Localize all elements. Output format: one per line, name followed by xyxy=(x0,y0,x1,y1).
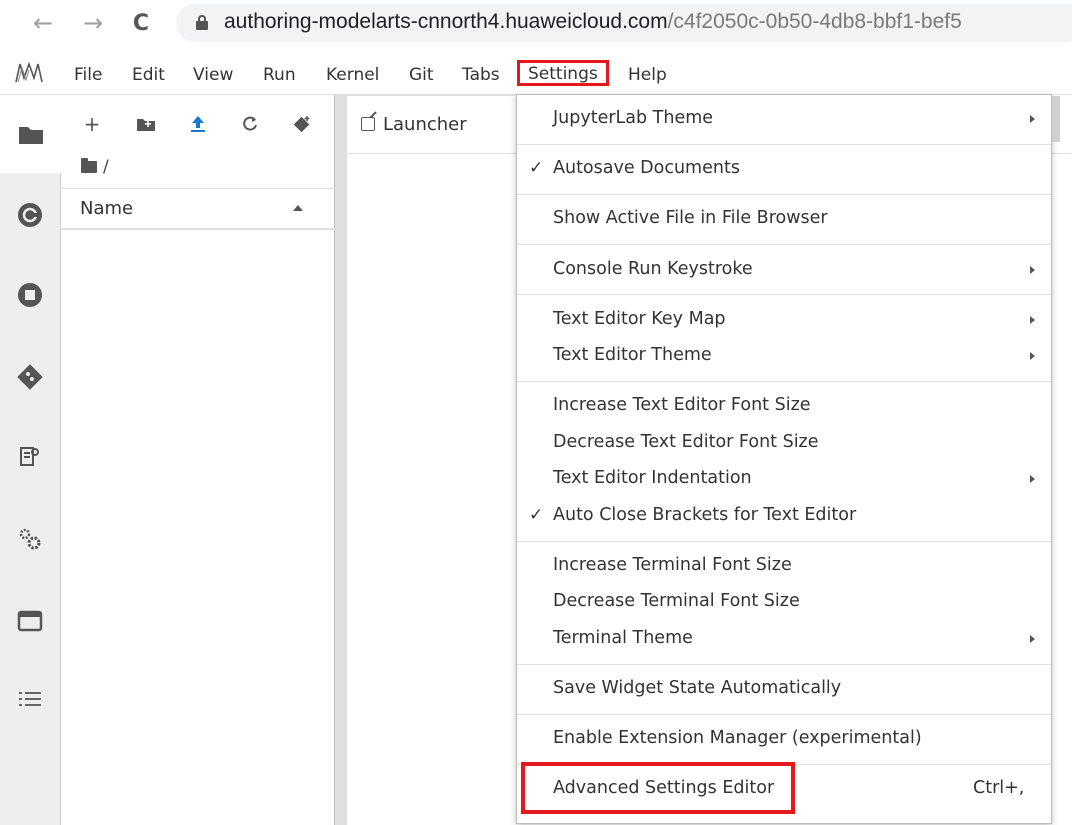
property-inspector-icon[interactable] xyxy=(14,441,46,473)
file-browser-panel: + / Name xyxy=(61,95,335,825)
submenu-arrow-icon xyxy=(1030,316,1035,324)
menu-separator xyxy=(517,541,1051,542)
url-path: /c4f2050c-0b50-4db8-bbf1-bef5 xyxy=(667,10,962,33)
menu-kernel[interactable]: Kernel xyxy=(318,62,387,88)
menu-separator xyxy=(517,294,1051,295)
menu-separator xyxy=(517,194,1051,195)
submenu-arrow-icon xyxy=(1030,635,1035,643)
menu-git[interactable]: Git xyxy=(401,62,442,88)
menu-item-label: Autosave Documents xyxy=(553,158,740,178)
tab-label: Launcher xyxy=(383,114,467,135)
menu-item-decrease-text-editor-font[interactable]: Decrease Text Editor Font Size xyxy=(517,426,1051,462)
menu-item-text-editor-theme[interactable]: Text Editor Theme xyxy=(517,339,1051,375)
menu-tabs[interactable]: Tabs xyxy=(454,62,508,88)
menu-item-enable-extension-manager[interactable]: Enable Extension Manager (experimental) xyxy=(517,722,1051,758)
highlight-box xyxy=(521,762,795,814)
submenu-arrow-icon xyxy=(1030,115,1035,123)
keyboard-shortcut: Ctrl+, xyxy=(973,778,1025,798)
menu-separator xyxy=(517,244,1051,245)
menu-settings[interactable]: Settings xyxy=(517,60,609,86)
running-kernels-icon[interactable] xyxy=(14,199,46,231)
checkmark-icon: ✓ xyxy=(529,158,544,178)
menu-item-text-editor-indentation[interactable]: Text Editor Indentation xyxy=(517,462,1051,498)
submenu-arrow-icon xyxy=(1030,352,1035,360)
menu-item-save-widget-state[interactable]: Save Widget State Automatically xyxy=(517,672,1051,708)
menu-item-decrease-terminal-font[interactable]: Decrease Terminal Font Size xyxy=(517,585,1051,621)
menu-view[interactable]: View xyxy=(185,62,241,88)
menu-separator xyxy=(517,714,1051,715)
menu-bar: File Edit View Run Kernel Git Tabs Setti… xyxy=(0,52,1072,95)
launch-icon xyxy=(361,117,375,131)
menu-item-terminal-theme[interactable]: Terminal Theme xyxy=(517,622,1051,658)
activity-sidebar xyxy=(0,95,61,825)
stop-icon[interactable] xyxy=(14,279,46,311)
file-list-header[interactable]: Name xyxy=(61,188,335,230)
git-icon[interactable] xyxy=(14,361,46,393)
jupyter-logo-icon xyxy=(15,61,43,83)
menu-item-jupyterlab-theme[interactable]: JupyterLab Theme xyxy=(517,102,1051,138)
menu-item-autosave-documents[interactable]: ✓ Autosave Documents xyxy=(517,152,1051,188)
menu-item-label: Increase Terminal Font Size xyxy=(553,555,792,575)
menu-item-label: Enable Extension Manager (experimental) xyxy=(553,728,922,748)
breadcrumb[interactable]: / xyxy=(81,157,109,177)
menu-item-label: Console Run Keystroke xyxy=(553,259,753,279)
breadcrumb-path[interactable]: / xyxy=(103,157,109,177)
extensions-icon[interactable] xyxy=(14,523,46,555)
arrow-right-icon[interactable]: → xyxy=(78,6,108,40)
menu-item-console-run-keystroke[interactable]: Console Run Keystroke xyxy=(517,253,1051,289)
checkmark-icon: ✓ xyxy=(529,505,544,525)
address-bar[interactable]: authoring-modelarts-cnnorth4.huaweicloud… xyxy=(176,4,1072,42)
menu-item-label: JupyterLab Theme xyxy=(553,108,714,128)
browser-toolbar: ← → C authoring-modelarts-cnnorth4.huawe… xyxy=(0,0,1072,52)
menu-separator xyxy=(517,144,1051,145)
upload-icon[interactable] xyxy=(183,109,213,139)
menu-item-label: Save Widget State Automatically xyxy=(553,678,842,698)
menu-run[interactable]: Run xyxy=(255,62,304,88)
menu-item-label: Text Editor Theme xyxy=(553,345,712,365)
menu-separator xyxy=(517,381,1051,382)
panel-divider[interactable] xyxy=(335,95,347,825)
menu-item-label: Auto Close Brackets for Text Editor xyxy=(553,505,857,525)
sort-ascending-icon[interactable] xyxy=(293,205,303,211)
folder-small-icon[interactable] xyxy=(81,158,97,173)
menu-item-auto-close-brackets[interactable]: ✓ Auto Close Brackets for Text Editor xyxy=(517,499,1051,535)
tab-launcher[interactable]: Launcher xyxy=(347,95,522,153)
menu-edit[interactable]: Edit xyxy=(124,62,173,88)
url-host: authoring-modelarts-cnnorth4.huaweicloud… xyxy=(224,10,668,33)
menu-item-label: Terminal Theme xyxy=(553,628,693,648)
menu-item-label: Text Editor Key Map xyxy=(553,309,726,329)
menu-item-text-editor-key-map[interactable]: Text Editor Key Map xyxy=(517,303,1051,339)
table-of-contents-icon[interactable] xyxy=(14,683,46,715)
arrow-left-icon[interactable]: ← xyxy=(28,6,58,40)
reload-icon[interactable]: C xyxy=(126,6,156,40)
menu-item-increase-terminal-font[interactable]: Increase Terminal Font Size xyxy=(517,549,1051,585)
tabs-icon[interactable] xyxy=(14,605,46,637)
new-launcher-icon[interactable]: + xyxy=(77,109,107,139)
menu-help[interactable]: Help xyxy=(620,62,675,88)
git-clone-icon[interactable] xyxy=(287,109,317,139)
menu-item-label: Show Active File in File Browser xyxy=(553,208,828,228)
refresh-icon[interactable] xyxy=(235,109,265,139)
submenu-arrow-icon xyxy=(1030,475,1035,483)
scrollbar-thumb[interactable] xyxy=(1052,96,1060,142)
settings-menu: JupyterLab Theme ✓ Autosave Documents Sh… xyxy=(516,94,1052,824)
menu-item-label: Decrease Text Editor Font Size xyxy=(553,432,819,452)
new-folder-icon[interactable] xyxy=(131,109,161,139)
column-name[interactable]: Name xyxy=(80,198,133,219)
menu-separator xyxy=(517,664,1051,665)
menu-item-label: Decrease Terminal Font Size xyxy=(553,591,800,611)
menu-file[interactable]: File xyxy=(66,62,110,88)
menu-item-label: Text Editor Indentation xyxy=(553,468,752,488)
submenu-arrow-icon xyxy=(1030,266,1035,274)
lock-icon[interactable] xyxy=(196,15,208,30)
menu-item-show-active-file[interactable]: Show Active File in File Browser xyxy=(517,202,1051,238)
url-text[interactable]: authoring-modelarts-cnnorth4.huaweicloud… xyxy=(224,10,962,34)
menu-item-label: Increase Text Editor Font Size xyxy=(553,395,811,415)
menu-item-increase-text-editor-font[interactable]: Increase Text Editor Font Size xyxy=(517,389,1051,425)
folder-icon[interactable] xyxy=(0,95,61,173)
